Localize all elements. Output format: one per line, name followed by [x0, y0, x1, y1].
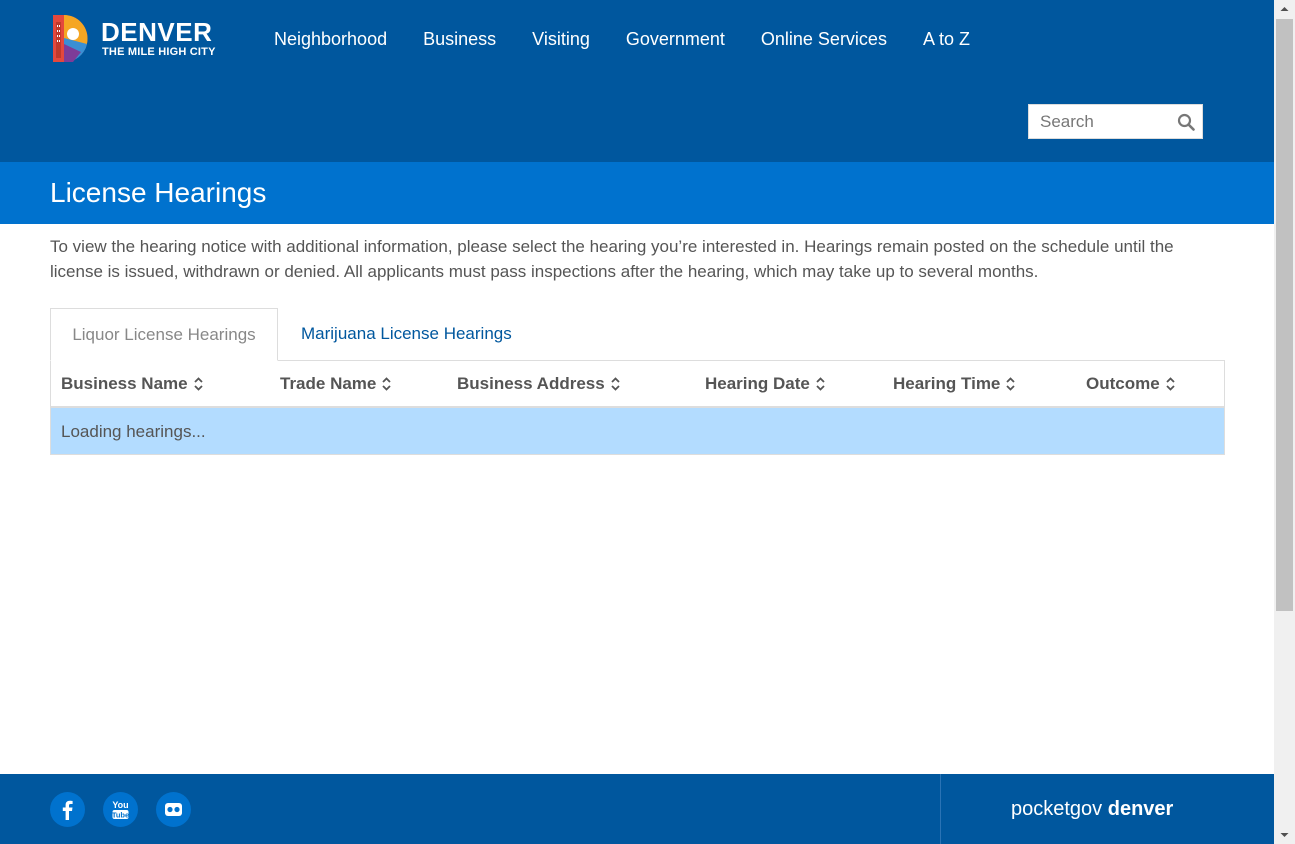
- column-label: Trade Name: [280, 374, 377, 393]
- tab-liquor-license-hearings[interactable]: Liquor License Hearings: [50, 308, 278, 361]
- nav-business[interactable]: Business: [423, 29, 496, 53]
- sort-icon: [193, 377, 203, 391]
- intro-text: To view the hearing notice with addition…: [50, 237, 1174, 281]
- column-label: Outcome: [1086, 374, 1160, 393]
- flickr-icon: [165, 803, 182, 816]
- vertical-scrollbar[interactable]: [1274, 0, 1295, 844]
- facebook-link[interactable]: [50, 792, 85, 827]
- column-business-name[interactable]: Business Name: [61, 374, 203, 394]
- pocketgov-denver-link[interactable]: pocketgov denver: [1011, 798, 1173, 821]
- nav-a-to-z[interactable]: A to Z: [923, 29, 970, 53]
- nav-online-services[interactable]: Online Services: [761, 29, 887, 53]
- table-row: Loading hearings...: [51, 408, 1224, 454]
- sort-icon: [1166, 377, 1175, 391]
- column-hearing-time[interactable]: Hearing Time: [893, 374, 1016, 394]
- flickr-link[interactable]: [156, 792, 191, 827]
- page-title: License Hearings: [50, 177, 267, 208]
- sort-icon: [382, 377, 392, 391]
- sort-icon: [1006, 377, 1016, 391]
- youtube-link[interactable]: You Tube: [103, 792, 138, 827]
- search-input[interactable]: [1029, 105, 1169, 138]
- column-business-address[interactable]: Business Address: [457, 374, 620, 394]
- nav-government[interactable]: Government: [626, 29, 725, 53]
- youtube-icon: You Tube: [112, 800, 129, 820]
- scroll-down-arrow-icon[interactable]: [1274, 826, 1295, 844]
- sort-icon: [611, 377, 620, 391]
- denver-logo-mark-icon: [53, 15, 88, 63]
- hearings-table: Business Name Trade Name Business Addres…: [50, 360, 1225, 455]
- scroll-up-arrow-icon[interactable]: [1274, 0, 1295, 18]
- column-outcome[interactable]: Outcome: [1086, 374, 1175, 394]
- column-label: Business Address: [457, 374, 605, 393]
- table-header: Business Name Trade Name Business Addres…: [51, 361, 1224, 408]
- column-label: Hearing Date: [705, 374, 810, 393]
- title-band: License Hearings: [0, 162, 1274, 224]
- logo-title: DENVER: [101, 17, 213, 47]
- nav-neighborhood[interactable]: Neighborhood: [274, 29, 387, 53]
- denver-logo[interactable]: DENVER THE MILE HIGH CITY: [51, 14, 226, 66]
- site-header: DENVER THE MILE HIGH CITY Neighborhood B…: [0, 0, 1274, 162]
- logo-subtitle: THE MILE HIGH CITY: [102, 46, 216, 58]
- pocketgov-bold: denver: [1107, 798, 1174, 820]
- search-box: [1028, 104, 1203, 139]
- nav-visiting[interactable]: Visiting: [532, 29, 590, 53]
- column-hearing-date[interactable]: Hearing Date: [705, 374, 825, 394]
- footer-divider: [940, 774, 941, 844]
- svg-text:Tube: Tube: [112, 811, 129, 820]
- hearing-tabs: Liquor License Hearings Marijuana Licens…: [50, 308, 1225, 361]
- loading-message: Loading hearings...: [61, 422, 206, 441]
- svg-text:You: You: [112, 800, 128, 810]
- column-trade-name[interactable]: Trade Name: [280, 374, 392, 394]
- facebook-icon: [62, 800, 73, 820]
- column-label: Hearing Time: [893, 374, 1001, 393]
- column-label: Business Name: [61, 374, 188, 393]
- tab-marijuana-license-hearings[interactable]: Marijuana License Hearings: [301, 308, 512, 361]
- sort-icon: [816, 377, 825, 391]
- page: DENVER THE MILE HIGH CITY Neighborhood B…: [0, 0, 1274, 844]
- scrollbar-thumb[interactable]: [1276, 19, 1293, 611]
- pocketgov-prefix: pocketgov: [1011, 798, 1103, 820]
- site-footer: You Tube pocketgov denver: [0, 774, 1274, 844]
- main-nav: Neighborhood Business Visiting Governmen…: [256, 29, 988, 53]
- search-icon[interactable]: [1177, 113, 1195, 131]
